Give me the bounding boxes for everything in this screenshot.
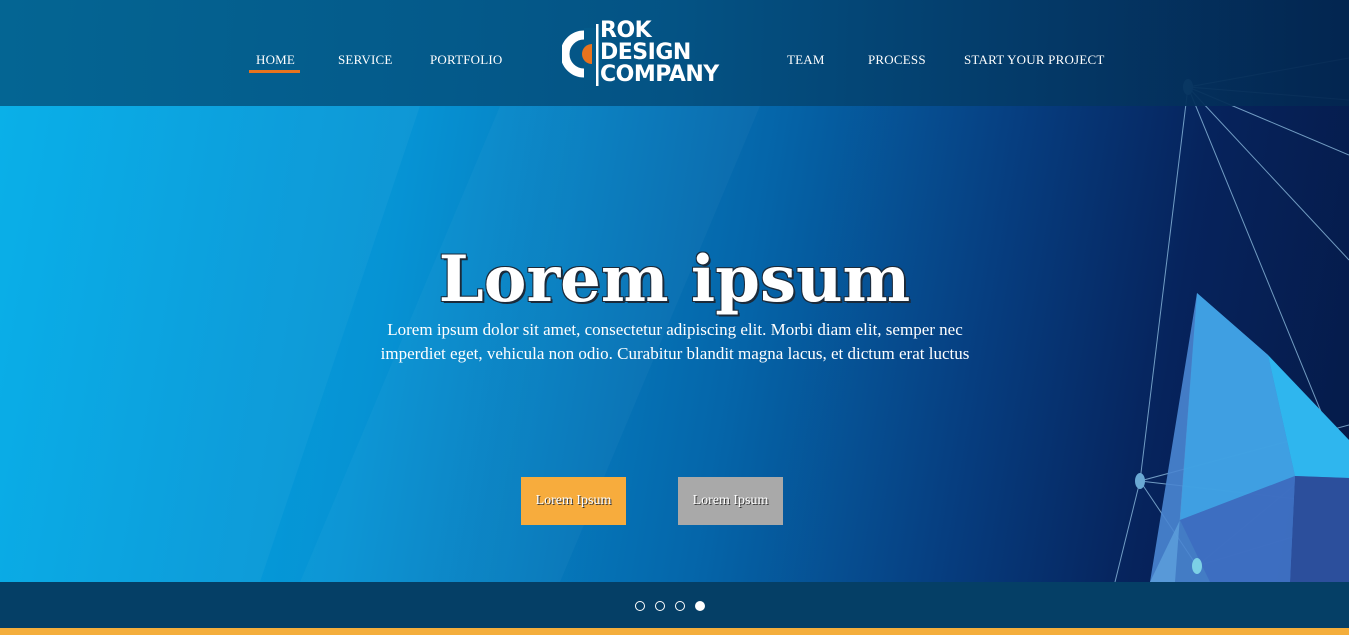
hero-primary-button[interactable]: Lorem Ipsum [521, 477, 626, 525]
logo-line-design: DESIGN [600, 40, 691, 65]
nav-home[interactable]: HOME [256, 52, 295, 68]
landing-page: HOME SERVICE PORTFOLIO ROK DESIGN COMPAN… [0, 0, 1349, 635]
bottom-accent-strip [0, 628, 1349, 635]
slider-dot-2[interactable] [655, 601, 665, 611]
company-logo[interactable]: ROK DESIGN COMPANY [562, 20, 732, 90]
site-header: HOME SERVICE PORTFOLIO ROK DESIGN COMPAN… [0, 0, 1349, 106]
nav-service[interactable]: SERVICE [338, 52, 393, 68]
nav-active-indicator [249, 70, 300, 73]
nav-process[interactable]: PROCESS [868, 52, 926, 68]
slider-dot-1[interactable] [635, 601, 645, 611]
nav-team[interactable]: TEAM [787, 52, 825, 68]
slider-dot-4[interactable] [695, 601, 705, 611]
rok-c-logo-icon [562, 24, 602, 86]
nav-start-your-project[interactable]: START YOUR PROJECT [964, 52, 1104, 68]
hero-description: Lorem ipsum dolor sit amet, consectetur … [380, 320, 970, 363]
logo-line-rok: ROK [600, 18, 652, 43]
hero-title: Lorem ipsum [438, 242, 911, 317]
nav-portfolio[interactable]: PORTFOLIO [430, 52, 503, 68]
hero-secondary-button[interactable]: Lorem Ipsum [678, 477, 783, 525]
logo-line-company: COMPANY [600, 62, 719, 87]
slider-dot-3[interactable] [675, 601, 685, 611]
